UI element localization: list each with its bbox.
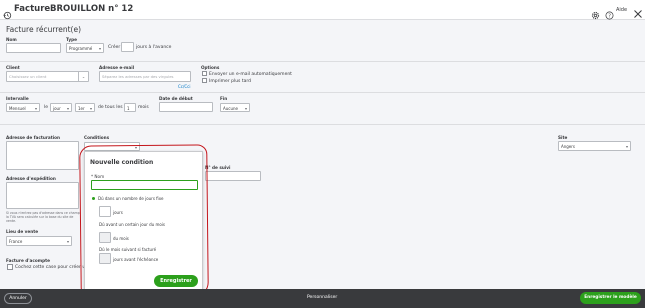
section-divider (0, 92, 645, 93)
interval-select[interactable]: Mensuel ▾ (6, 103, 40, 112)
end-label: Fin (220, 96, 228, 101)
conditions-select[interactable]: ▾ (84, 142, 140, 151)
chevron-down-icon: ⌄ (78, 72, 88, 82)
help-icon[interactable]: ? (605, 5, 614, 20)
billing-address-textarea[interactable] (6, 141, 79, 170)
close-icon[interactable] (633, 4, 643, 18)
option-due-day-of-month-label[interactable]: Dû avant un certain jour du mois (99, 222, 165, 227)
condition-name-label: * Nom (91, 174, 105, 179)
create-label: Créer (108, 45, 121, 50)
email-input[interactable]: Séparez les adresses par des virgules (99, 71, 191, 82)
day-type-select[interactable]: jour ▾ (50, 103, 72, 112)
dialog-title: Nouvelle condition (90, 159, 154, 166)
sale-place-select-value: France (9, 239, 23, 244)
shipping-note: Si vous n'entrez pas d'adresse dans ce c… (6, 211, 81, 223)
site-label: Site (558, 135, 568, 140)
shipping-address-textarea[interactable] (6, 182, 79, 209)
print-later-checkbox[interactable] (202, 78, 207, 83)
client-placeholder: Choisissez un client (9, 74, 47, 79)
customize-link[interactable]: Personnaliser (307, 295, 337, 300)
option-due-days-label: Dû dans un nombre de jours fixe (98, 196, 164, 201)
cancel-button[interactable]: Annuler (4, 293, 32, 304)
interval-select-value: Mensuel (9, 106, 26, 111)
history-icon[interactable] (3, 5, 12, 20)
chevron-down-icon: ▾ (66, 106, 69, 111)
options-label: Options (201, 65, 220, 70)
section-divider (0, 124, 645, 125)
end-select[interactable]: Aucune ▾ (220, 103, 250, 112)
every-months-value: 1 (127, 106, 130, 111)
site-select-value: Angers (561, 144, 575, 149)
dialog-save-button[interactable]: Enregistrer (154, 275, 198, 287)
new-condition-dialog: Nouvelle condition * Nom Dû dans un nomb… (84, 151, 203, 293)
end-select-value: Aucune (223, 106, 239, 111)
email-auto-label: Envoyer un e-mail automatiquement (209, 71, 292, 77)
day-of-month-input[interactable] (99, 232, 111, 243)
chevron-down-icon: ▾ (625, 144, 628, 149)
page-footer: Annuler Personnaliser Enregistrer le mod… (0, 289, 645, 308)
deposit-checkbox[interactable] (7, 264, 13, 270)
days-before-suffix: jours avant l'échéance (113, 257, 159, 262)
email-auto-checkbox[interactable] (202, 71, 207, 76)
cc-bcc-link[interactable]: Cc/Cci (178, 84, 190, 89)
help-label[interactable]: Aide (616, 7, 627, 13)
months-label: mois (138, 105, 149, 110)
chevron-down-icon: ▾ (98, 46, 101, 51)
le-label: le (44, 105, 49, 110)
shipping-address-label: Adresse d'expédition (6, 176, 56, 181)
deposit-label: Facture d'acompte (6, 258, 50, 263)
section-divider (0, 61, 645, 62)
form-heading: Facture récurrent(e) (6, 25, 82, 34)
every-months-input[interactable]: 1 (124, 103, 136, 112)
sale-place-select[interactable]: France ▾ (6, 236, 72, 246)
day-type-select-value: jour (53, 106, 61, 111)
radio-due-days[interactable] (92, 197, 95, 200)
page-header: Facture BROUILLON n° 12 ? Aide (0, 0, 645, 20)
email-label: Adresse e-mail (99, 65, 135, 70)
type-select-value: Programmé (69, 46, 93, 51)
template-name-input[interactable] (6, 43, 61, 53)
name-label: Nom (6, 37, 17, 42)
create-suffix: jours à l'avance (136, 45, 172, 50)
type-label: Type (66, 37, 77, 42)
every-label: de tous les (98, 105, 123, 110)
deposit-checkbox-label: Cochez cette case pour créer un (15, 265, 89, 270)
due-days-input[interactable] (99, 206, 111, 217)
type-select[interactable]: Programmé ▾ (66, 43, 104, 53)
days-before-due-input[interactable] (99, 253, 111, 264)
chevron-down-icon: ▾ (34, 106, 37, 111)
info-icon[interactable]: ? (106, 134, 112, 149)
tracking-input[interactable] (205, 171, 261, 181)
option-due-next-month-label[interactable]: Dû le mois suivant si facturé (99, 247, 156, 252)
draft-number: BROUILLON n° 12 (50, 4, 134, 14)
start-date-input[interactable] (159, 102, 213, 112)
svg-text:?: ? (608, 13, 611, 19)
billing-address-label: Adresse de facturation (6, 135, 61, 140)
days-suffix: jours (113, 210, 123, 215)
interval-label: Intervalle (6, 96, 29, 101)
page-title: Facture (14, 4, 51, 14)
client-label: Client (6, 65, 20, 70)
start-date-label: Date de début (159, 96, 193, 101)
print-later-label: Imprimer plus tard (209, 78, 251, 84)
save-template-button[interactable]: Enregistrer le modèle (580, 292, 641, 304)
chevron-down-icon: ▾ (66, 239, 69, 244)
gear-icon[interactable] (591, 5, 600, 20)
condition-name-input[interactable] (91, 180, 198, 190)
site-select[interactable]: Angers ▾ (558, 141, 631, 151)
chevron-down-icon: ▾ (244, 106, 247, 111)
chevron-down-icon: ▾ (89, 106, 92, 111)
of-month-suffix: du mois (113, 236, 129, 241)
days-in-advance-input[interactable] (121, 42, 134, 52)
tracking-label: N° de suivi (205, 165, 231, 170)
sale-place-label: Lieu de vente (6, 229, 39, 234)
client-select[interactable]: Choisissez un client ⌄ (6, 71, 89, 82)
day-number-select-value: 1er (78, 106, 85, 111)
email-placeholder: Séparez les adresses par des virgules (102, 74, 174, 79)
day-number-select[interactable]: 1er ▾ (75, 103, 95, 112)
